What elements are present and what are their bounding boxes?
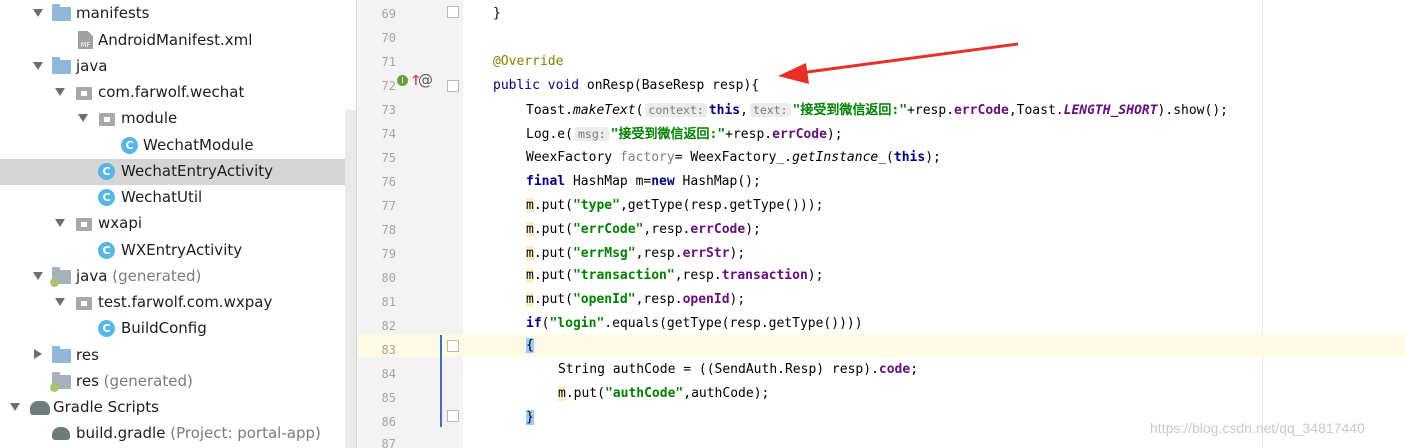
annotation-arrow: [778, 42, 1019, 84]
arrow-head: [778, 63, 809, 84]
watermark: https://blog.csdn.net/qq_34817440: [1150, 420, 1365, 436]
arrow-shaft: [799, 42, 1019, 75]
ide-window: manifests MF AndroidManifest.xml java co…: [0, 0, 1405, 448]
